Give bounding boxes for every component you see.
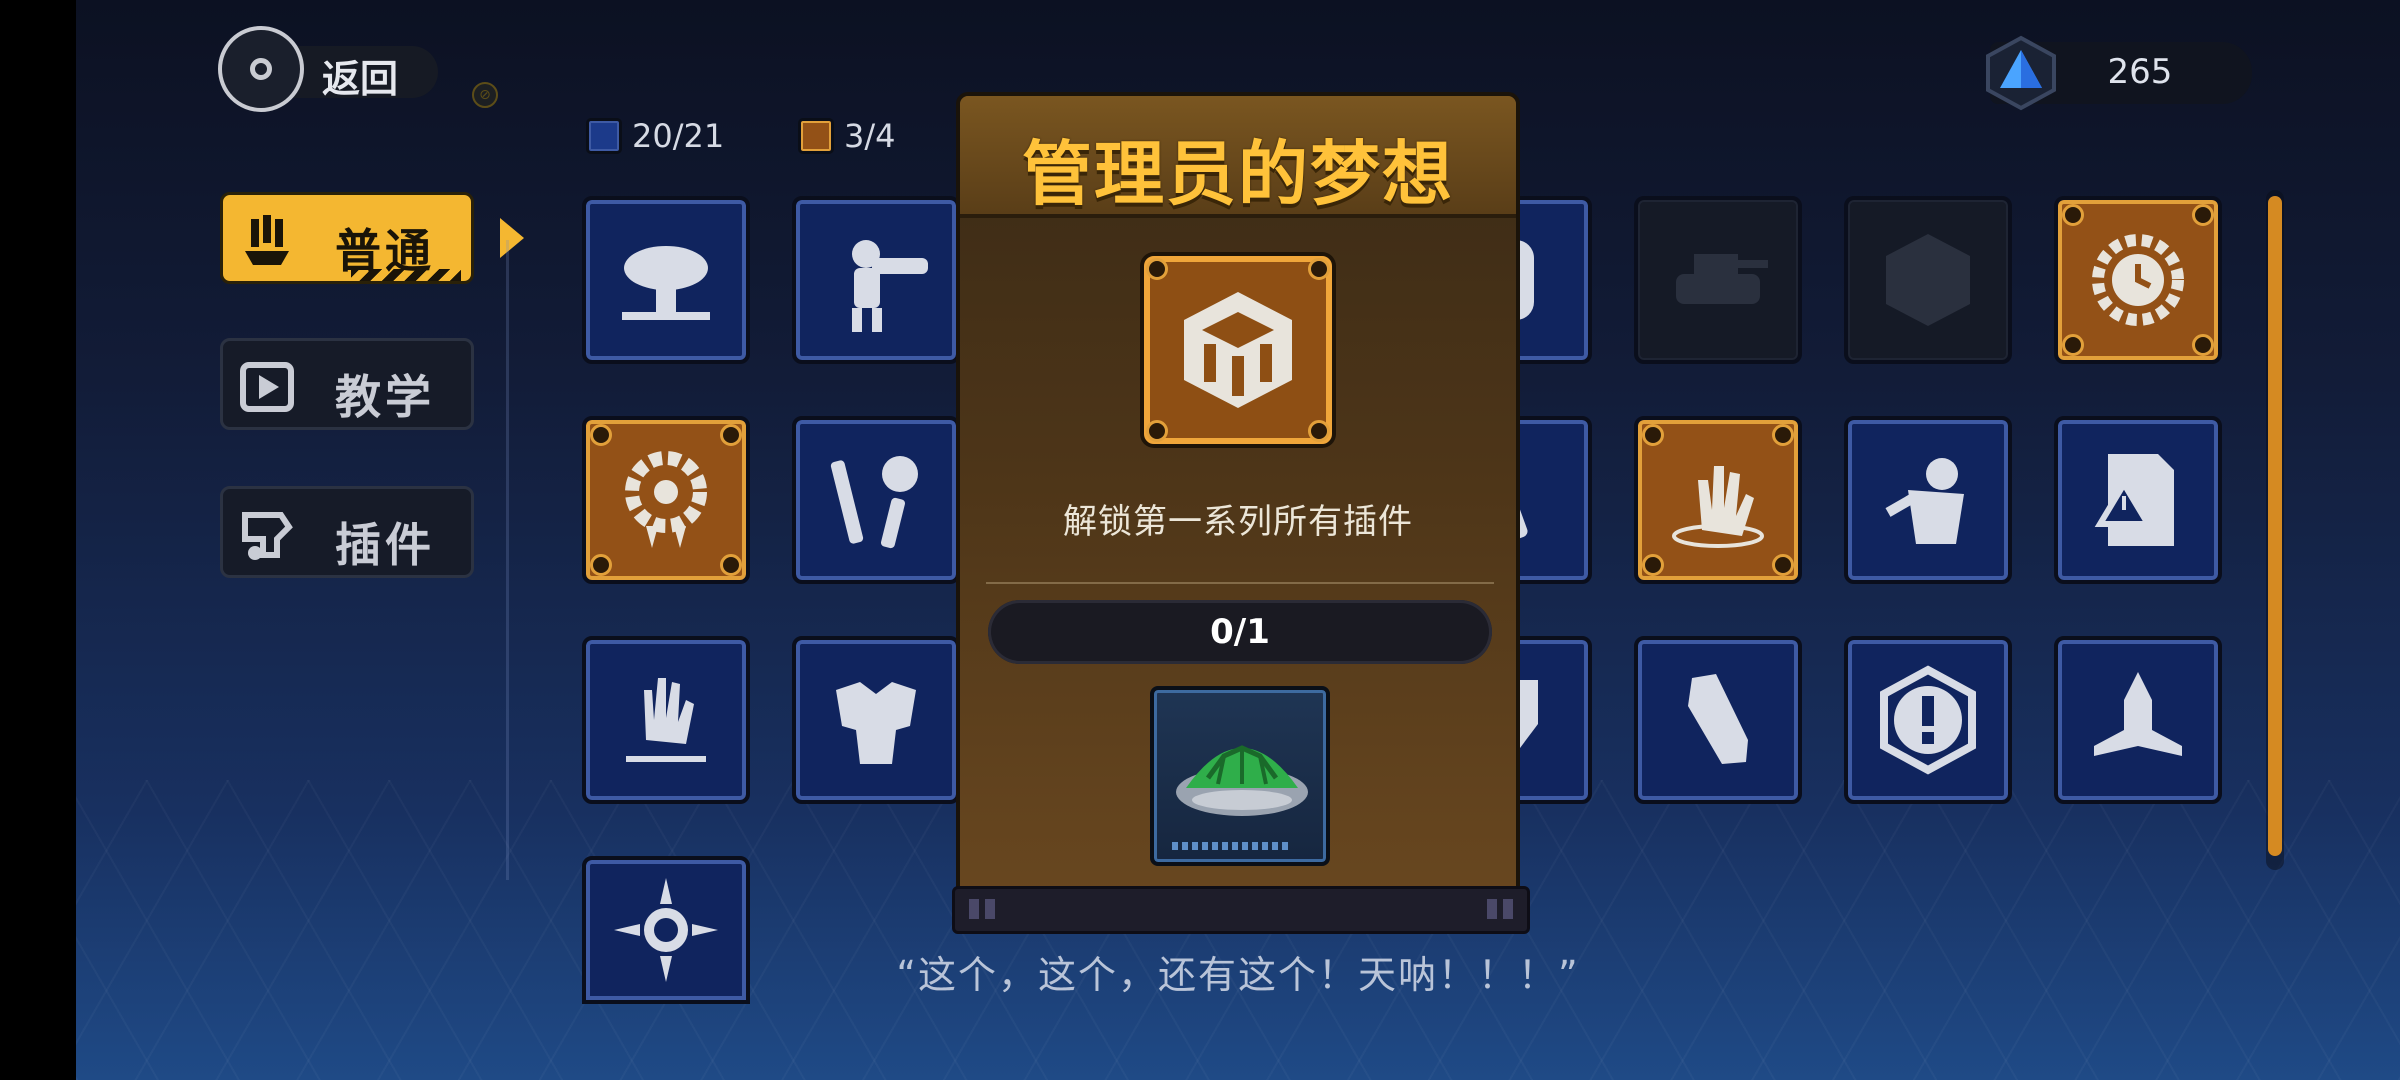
achievement-tile-broken-file[interactable] (2054, 416, 2222, 584)
achievement-quote: “这个，这个，还有这个！天呐！！！” (896, 953, 1580, 997)
gear-clock-icon (2092, 234, 2184, 326)
back-label: 返回 (322, 57, 399, 101)
blue-swatch (586, 118, 622, 154)
scrollbar-thumb[interactable] (2268, 196, 2282, 856)
sidebar-divider (506, 240, 509, 880)
popup-footer (952, 886, 1530, 934)
tile-corner (1772, 424, 1794, 446)
tile-corner (2192, 204, 2214, 226)
tab-hazard-stripes (351, 269, 461, 281)
tile-corner (1642, 554, 1664, 576)
back-button[interactable]: 返回 (218, 26, 458, 112)
tile-corner (1642, 424, 1664, 446)
popup-description: 解锁第一系列所有插件 (1063, 502, 1413, 542)
progress-text: 0/1 (1210, 612, 1270, 652)
achievement-tile-gunner[interactable] (792, 196, 960, 364)
blue-counter-value: 20/21 (632, 117, 725, 155)
mushroom-icon (622, 246, 710, 320)
play-icon (240, 362, 294, 412)
achievement-tile-clock[interactable] (2054, 196, 2222, 364)
settings-dot-icon[interactable]: ⊘ (472, 82, 498, 108)
reward-item[interactable] (1150, 686, 1330, 866)
armor-icon (836, 682, 916, 764)
footer-nub (969, 899, 979, 919)
achievement-tile-armor[interactable] (792, 636, 960, 804)
popup-divider (986, 582, 1494, 584)
hand-swirl-icon (1672, 466, 1764, 548)
icon-corner (1146, 420, 1168, 442)
warning-icon (1880, 665, 1976, 775)
achievement-tile-robot-hand[interactable] (582, 636, 750, 804)
tile-corner (720, 424, 742, 446)
tank-icon (1676, 254, 1768, 304)
tile-corner (2062, 334, 2084, 356)
tile-corner (2062, 204, 2084, 226)
achievement-tile-locked-cube[interactable] (1844, 196, 2012, 364)
gear-medal-icon (625, 451, 707, 548)
cube-icon (1184, 292, 1292, 408)
achievement-tile-hand[interactable] (1634, 416, 1802, 584)
achievement-tile-locked-tank[interactable] (1634, 196, 1802, 364)
icon-corner (1308, 420, 1330, 442)
orange-counter-value: 3/4 (844, 117, 896, 155)
orange-counter: 3/4 (798, 114, 896, 158)
achievement-tile-ship[interactable] (2054, 636, 2222, 804)
reward-rarity-bar (1172, 842, 1292, 850)
tab-normal[interactable]: 普通 (220, 192, 474, 284)
icon-corner (1146, 258, 1168, 280)
achievement-tile-warning[interactable] (1844, 636, 2012, 804)
achievement-tile-mushroom[interactable] (582, 196, 750, 364)
tile-corner (590, 554, 612, 576)
achievement-popup: 管理员的梦想 解锁第一系列所有插件 0/1 (952, 92, 1530, 934)
broken-file-icon (2094, 454, 2174, 546)
plugin-icon (242, 512, 293, 560)
turtle-shell-icon (1176, 745, 1308, 816)
claw-icon (245, 215, 289, 265)
tile-corner (1772, 554, 1794, 576)
ghost-icon (1885, 458, 1964, 544)
blue-counter: 20/21 (586, 114, 724, 158)
footer-nub (985, 899, 995, 919)
tile-corner (2192, 334, 2214, 356)
achievement-tile-ghost[interactable] (1844, 416, 2012, 584)
cube-icon (1886, 234, 1970, 326)
tab-arrow-indicator (500, 218, 524, 258)
gunner-icon (852, 240, 928, 332)
footer-nub (1487, 899, 1497, 919)
achievement-tile-weapons[interactable] (792, 416, 960, 584)
crystal-icon (1986, 35, 2056, 111)
left-black-bar (0, 0, 76, 1080)
achievement-tile-shoe[interactable] (1634, 636, 1802, 804)
currency-value: 265 (2107, 52, 2173, 92)
tab-plugins[interactable]: 插件 (220, 486, 474, 578)
shoe-icon (1688, 674, 1748, 764)
spaceship-icon (2094, 672, 2182, 756)
footer-nub (1503, 899, 1513, 919)
tab-plugins-label: 插件 (335, 518, 435, 572)
tile-corner (720, 554, 742, 576)
tab-tutorial[interactable]: 教学 (220, 338, 474, 430)
popup-achievement-icon (1144, 256, 1332, 444)
achievement-tile-gear-medal[interactable] (582, 416, 750, 584)
back-icon (218, 26, 304, 112)
tab-tutorial-label: 教学 (335, 370, 435, 424)
popup-title: 管理员的梦想 (1022, 133, 1454, 215)
icon-corner (1308, 258, 1330, 280)
popup-progress-bar: 0/1 (988, 600, 1492, 664)
weapons-icon (830, 456, 918, 549)
orange-swatch (798, 118, 834, 154)
robot-hand-icon (626, 678, 706, 762)
tile-corner (590, 424, 612, 446)
